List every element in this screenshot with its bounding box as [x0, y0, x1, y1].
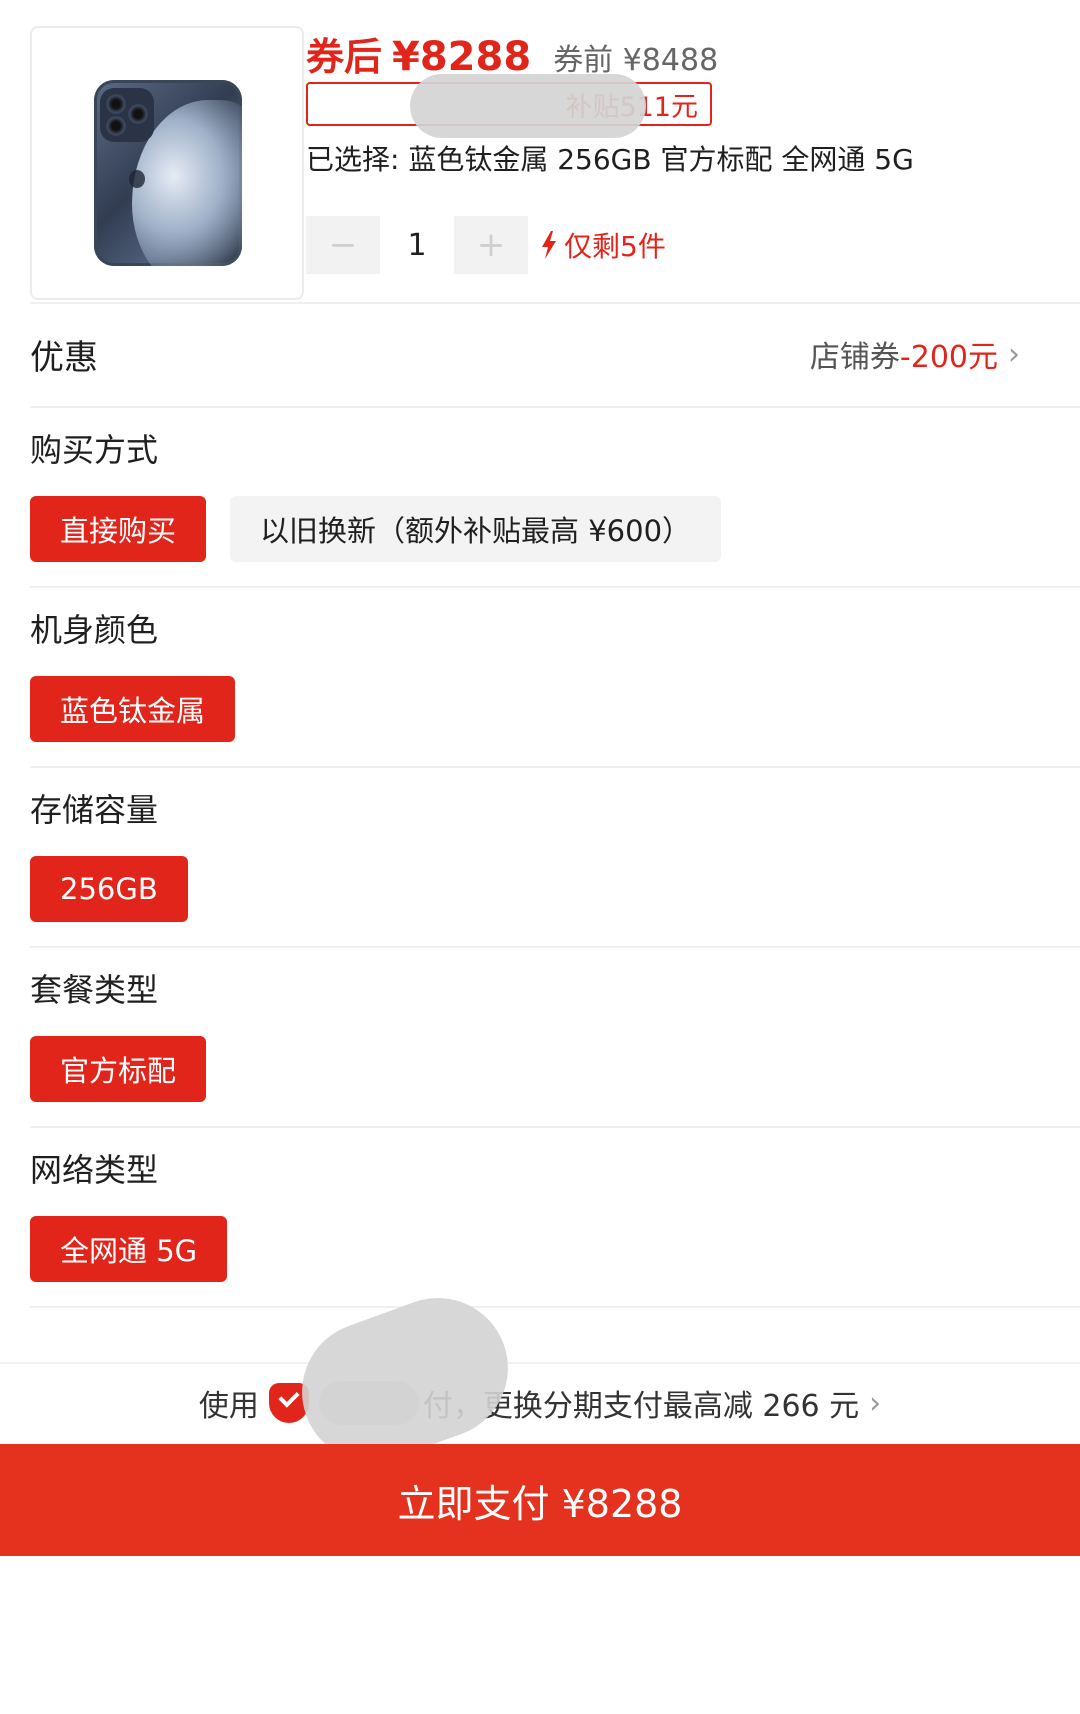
option-direct-buy[interactable]: 直接购买: [30, 496, 207, 562]
section-title: 套餐类型: [30, 971, 159, 1009]
product-image[interactable]: [30, 26, 304, 300]
camera-lens: [106, 94, 126, 114]
coupon-amount: -200元: [899, 340, 998, 375]
chevron-right-icon: ›: [1008, 336, 1020, 372]
quantity-stepper: − 1 + 仅剩5件: [306, 216, 666, 274]
quantity-minus-button[interactable]: −: [306, 216, 380, 274]
lightning-icon: [542, 231, 556, 259]
color-section: 机身颜色 蓝色钛金属: [30, 610, 1080, 742]
quantity-plus-button[interactable]: +: [454, 216, 528, 274]
option-storage-256gb[interactable]: 256GB: [30, 856, 188, 922]
network-section: 网络类型 全网通 5G: [30, 1150, 1080, 1282]
payment-method-hint[interactable]: 使用 付，更换分期支付最高减 266 元 ›: [0, 1362, 1080, 1442]
option-group: 256GB: [30, 856, 1080, 922]
storage-section: 存储容量 256GB: [30, 790, 1080, 922]
hint-prefix: 使用: [198, 1389, 259, 1424]
quantity-value[interactable]: 1: [380, 228, 454, 263]
option-group: 直接购买 以旧换新（额外补贴最高 ¥600）: [30, 496, 1080, 562]
option-group: 官方标配: [30, 1036, 1080, 1102]
stock-notice: 仅剩5件: [540, 225, 666, 265]
divider: [30, 766, 1080, 768]
option-group: 全网通 5G: [30, 1216, 1080, 1282]
camera-lens: [106, 116, 126, 136]
option-package-official[interactable]: 官方标配: [30, 1036, 207, 1102]
option-network-5g[interactable]: 全网通 5G: [30, 1216, 228, 1282]
divider: [30, 1306, 1080, 1308]
section-title: 购买方式: [30, 431, 159, 469]
pay-now-button[interactable]: 立即支付 ¥8288: [0, 1444, 1080, 1556]
coupon-value[interactable]: 店铺券 -200元 ›: [810, 332, 1080, 376]
selected-spec-summary: 已选择: 蓝色钛金属 256GB 官方标配 全网通 5G: [306, 143, 914, 176]
section-title: 网络类型: [30, 1151, 159, 1189]
chevron-right-icon: ›: [869, 1385, 882, 1421]
section-title: 存储容量: [30, 791, 159, 829]
stock-text: 仅剩5件: [564, 230, 666, 263]
package-section: 套餐类型 官方标配: [30, 970, 1080, 1102]
divider: [30, 1126, 1080, 1128]
redaction-mask: [410, 74, 646, 138]
coupon-row[interactable]: 优惠 店铺券 -200元 ›: [30, 302, 1080, 406]
divider: [30, 586, 1080, 588]
price-before-coupon: 券前 ¥8488: [553, 43, 719, 78]
phone-illustration: [94, 80, 242, 266]
price-row: 券后 ¥8288 券前 ¥8488: [306, 26, 718, 80]
option-color-blue-titanium[interactable]: 蓝色钛金属: [30, 676, 236, 742]
purchase-method-section: 购买方式 直接购买 以旧换新（额外补贴最高 ¥600）: [30, 430, 1080, 562]
section-title: 机身颜色: [30, 611, 159, 649]
price-after-label: 券后: [306, 35, 383, 79]
divider: [30, 946, 1080, 948]
camera-lens: [128, 104, 148, 124]
camera-module: [100, 88, 154, 142]
coupon-title: 优惠: [30, 337, 98, 378]
option-group: 蓝色钛金属: [30, 676, 1080, 742]
coupon-label: 店铺券: [809, 340, 900, 375]
product-header: 券后 ¥8288 券前 ¥8488 补贴511元 已选择: 蓝色钛金属 256G…: [30, 26, 1080, 302]
divider: [30, 406, 1080, 408]
option-trade-in[interactable]: 以旧换新（额外补贴最高 ¥600）: [230, 496, 722, 562]
apple-logo-icon: [129, 170, 145, 188]
